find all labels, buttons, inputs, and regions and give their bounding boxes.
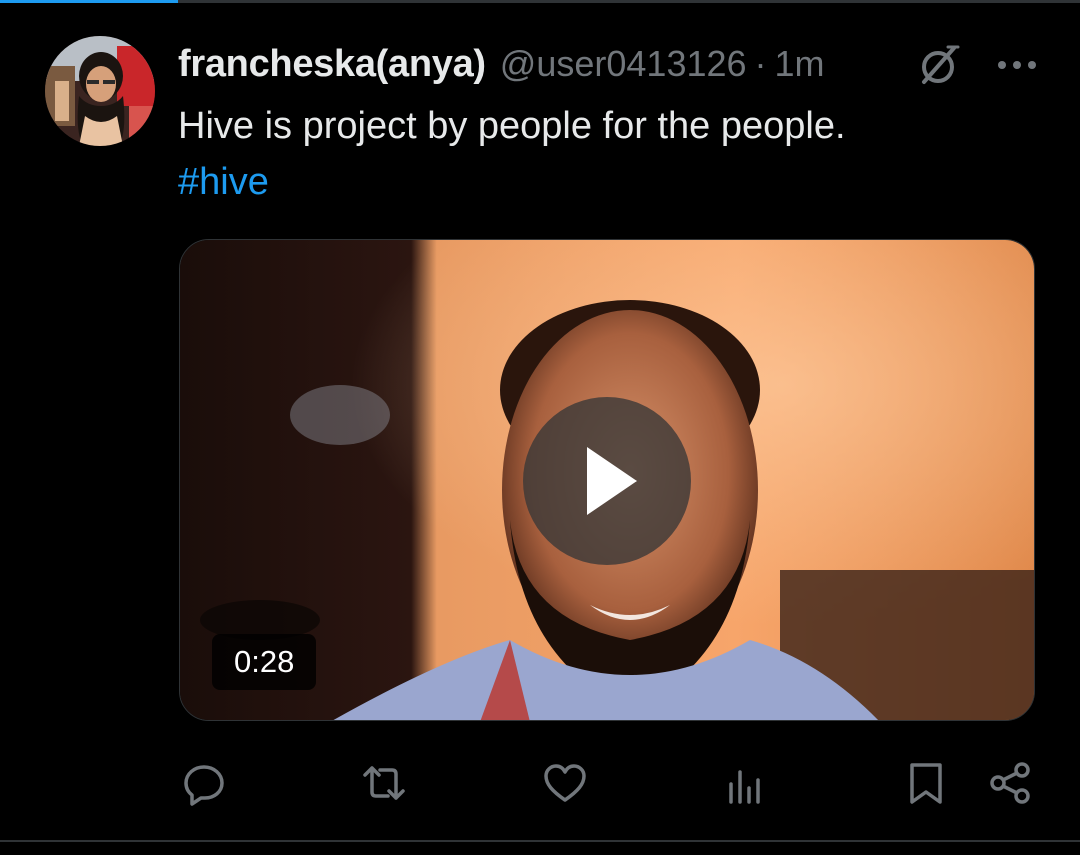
tweet-header: francheska(anya) @user0413126 · 1m: [178, 38, 1040, 90]
like-button[interactable]: [537, 755, 593, 811]
tweet-body: Hive is project by people for the people…: [178, 105, 846, 147]
views-button[interactable]: [717, 755, 773, 811]
more-options-icon[interactable]: [994, 42, 1040, 88]
user-handle[interactable]: @user0413126: [500, 43, 747, 85]
play-button[interactable]: [523, 397, 691, 565]
post-screen: francheska(anya) @user0413126 · 1m Hive …: [0, 0, 1080, 855]
timestamp[interactable]: 1m: [775, 43, 825, 85]
bookmark-button[interactable]: [898, 755, 954, 811]
play-icon: [587, 447, 637, 515]
grok-icon[interactable]: [916, 42, 962, 88]
video-player[interactable]: 0:28: [179, 239, 1035, 721]
analytics-icon: [729, 770, 760, 804]
active-tab-indicator: [0, 0, 178, 3]
display-name[interactable]: francheska(anya): [178, 43, 486, 86]
video-duration: 0:28: [212, 634, 317, 690]
share-button[interactable]: [982, 755, 1038, 811]
reply-icon: [184, 765, 224, 806]
heart-icon: [544, 764, 586, 802]
repost-icon: [363, 766, 405, 800]
separator-dot: ·: [754, 43, 767, 84]
repost-button[interactable]: [356, 755, 412, 811]
avatar-image: [45, 36, 155, 146]
bottom-divider: [0, 840, 1080, 842]
hashtag-link[interactable]: #hive: [178, 154, 1038, 210]
tweet-text: Hive is project by people for the people…: [178, 98, 1038, 210]
avatar[interactable]: [45, 36, 155, 146]
share-icon: [990, 762, 1030, 804]
action-bar: [0, 755, 1080, 815]
reply-button[interactable]: [176, 755, 232, 811]
bookmark-icon: [910, 763, 942, 804]
